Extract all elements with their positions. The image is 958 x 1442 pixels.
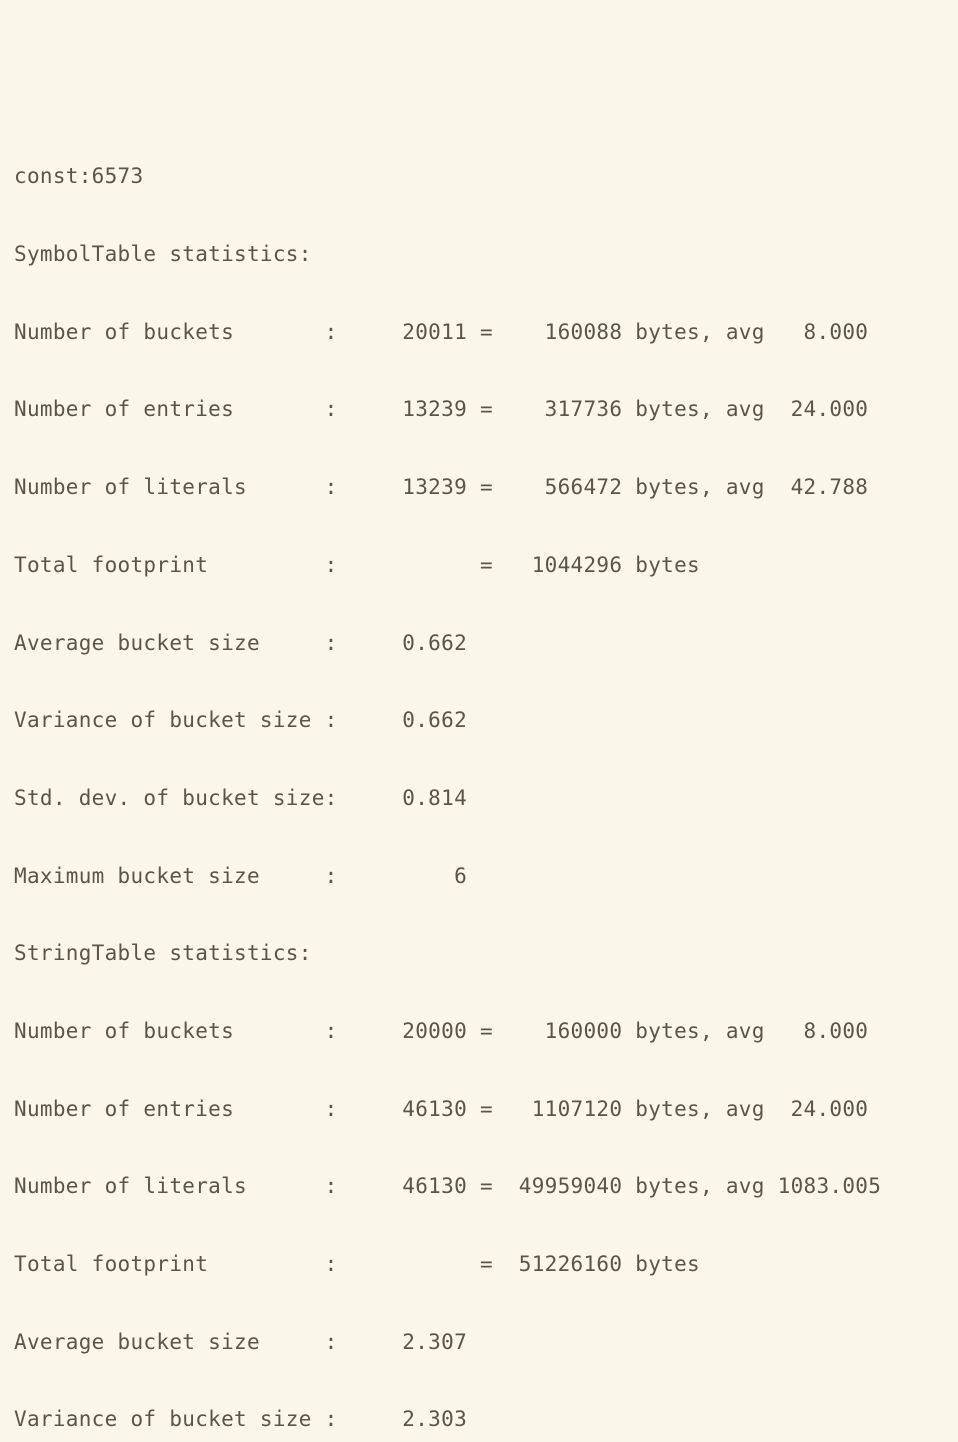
output-line: Average bucket size : 0.662: [14, 624, 944, 663]
output-line: Number of buckets : 20011 = 160088 bytes…: [14, 313, 944, 352]
output-line: SymbolTable statistics:: [14, 235, 944, 274]
output-line: Total footprint : = 51226160 bytes: [14, 1245, 944, 1284]
output-line: Number of literals : 13239 = 566472 byte…: [14, 468, 944, 507]
output-line: Number of entries : 13239 = 317736 bytes…: [14, 390, 944, 429]
output-line: Std. dev. of bucket size: 0.814: [14, 779, 944, 818]
output-line: Number of entries : 46130 = 1107120 byte…: [14, 1090, 944, 1129]
output-line: Total footprint : = 1044296 bytes: [14, 546, 944, 585]
output-line: Maximum bucket size : 6: [14, 857, 944, 896]
output-line: StringTable statistics:: [14, 934, 944, 973]
output-line: Average bucket size : 2.307: [14, 1323, 944, 1362]
output-line: Number of buckets : 20000 = 160000 bytes…: [14, 1012, 944, 1051]
output-line: Number of literals : 46130 = 49959040 by…: [14, 1167, 944, 1206]
output-line: Variance of bucket size : 2.303: [14, 1400, 944, 1439]
output-line: const:6573: [14, 157, 944, 196]
